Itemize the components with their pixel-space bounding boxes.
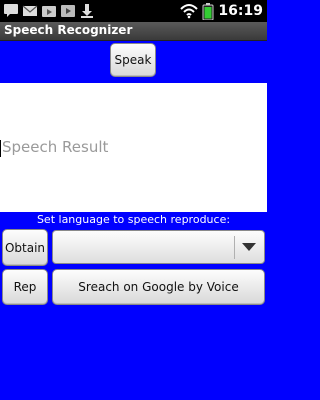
screen: 16:19 Speech Recognizer Speak Speech Res…	[0, 0, 267, 400]
text-cursor	[0, 140, 1, 157]
speak-button[interactable]: Speak	[110, 43, 156, 77]
chevron-down-icon	[242, 243, 256, 251]
app-title: Speech Recognizer	[4, 23, 133, 37]
mail-icon	[22, 5, 38, 16]
wifi-icon	[180, 4, 199, 19]
spinner-divider	[234, 236, 235, 259]
battery-icon	[202, 2, 214, 20]
media-icon	[61, 5, 75, 17]
speech-result-placeholder: Speech Result	[2, 138, 109, 156]
language-label: Set language to speech reproduce:	[36, 213, 231, 226]
chat-icon	[4, 4, 18, 17]
notification-icons	[3, 3, 95, 18]
play-store-icon	[42, 6, 56, 17]
title-bar: Speech Recognizer	[0, 22, 267, 41]
system-icons: 16:19	[180, 2, 263, 20]
status-bar: 16:19	[0, 0, 267, 22]
rep-button[interactable]: Rep	[2, 269, 48, 305]
google-voice-search-button[interactable]: Sreach on Google by Voice	[52, 269, 265, 305]
language-spinner[interactable]	[52, 230, 265, 264]
clock: 16:19	[218, 3, 263, 19]
download-icon	[81, 4, 93, 18]
obtain-button[interactable]: Obtain	[2, 229, 48, 266]
